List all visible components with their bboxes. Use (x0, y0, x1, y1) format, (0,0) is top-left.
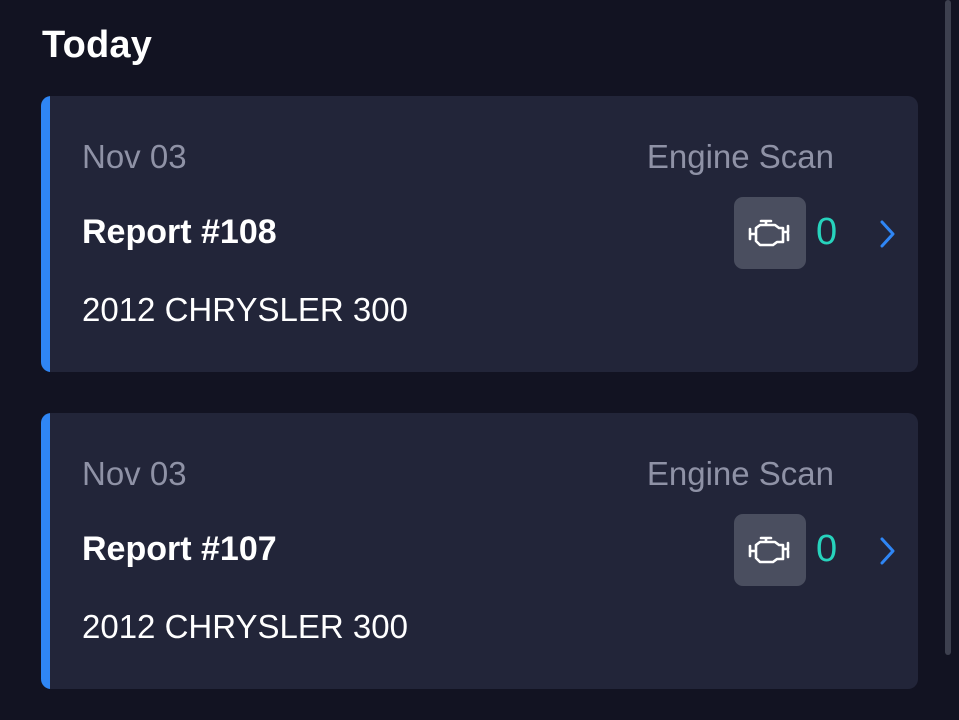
code-count: 0 (816, 211, 838, 253)
report-type: Engine Scan (646, 138, 834, 175)
engine-status-badge (734, 514, 806, 586)
card-accent-bar (41, 96, 50, 372)
report-title: Report #108 (82, 213, 277, 251)
engine-icon (748, 219, 790, 247)
report-type: Engine Scan (646, 455, 834, 492)
vehicle-name: 2012 CHRYSLER 300 (82, 291, 408, 328)
report-card[interactable]: Nov 03 Engine Scan Report #108 2012 CHRY… (41, 96, 918, 372)
report-date: Nov 03 (82, 455, 187, 492)
engine-status-badge (734, 197, 806, 269)
chevron-right-icon[interactable] (877, 219, 897, 249)
vehicle-name: 2012 CHRYSLER 300 (82, 608, 408, 645)
report-title: Report #107 (82, 530, 277, 568)
code-count: 0 (816, 528, 838, 570)
card-accent-bar (41, 413, 50, 689)
scrollbar[interactable] (945, 0, 951, 655)
report-history-screen: Today Nov 03 Engine Scan Report #108 201… (0, 0, 959, 720)
report-date: Nov 03 (82, 138, 187, 175)
chevron-right-icon[interactable] (877, 536, 897, 566)
report-card[interactable]: Nov 03 Engine Scan Report #107 2012 CHRY… (41, 413, 918, 689)
section-title-today: Today (42, 24, 153, 66)
engine-icon (748, 536, 790, 564)
